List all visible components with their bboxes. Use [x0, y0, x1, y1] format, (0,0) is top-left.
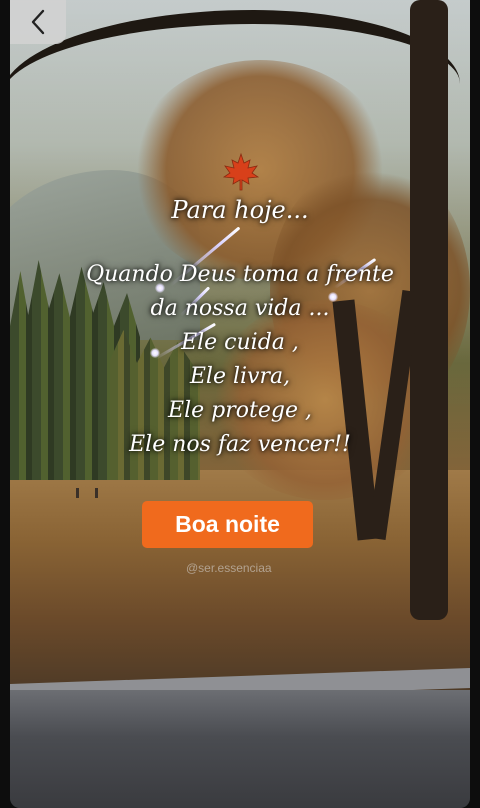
maple-leaf-icon — [222, 152, 260, 191]
post-title: Para hoje... — [171, 196, 309, 224]
post-message: Quando Deus toma a frente da nossa vida … — [70, 258, 410, 462]
message-line: Ele nos faz vencer!! — [129, 432, 351, 457]
message-line: Ele cuida , — [181, 330, 299, 355]
tree-branch — [10, 10, 460, 174]
road — [10, 690, 470, 808]
message-line: Ele protege , — [168, 398, 312, 423]
message-line: Ele livra, — [189, 364, 291, 389]
back-button[interactable] — [10, 0, 66, 44]
message-line: Quando Deus toma a frente — [86, 262, 394, 287]
message-line: da nossa vida ... — [150, 296, 330, 321]
walking-people — [76, 488, 98, 498]
chevron-left-icon — [31, 9, 45, 35]
watermark-handle: @ser.essenciaa — [186, 561, 272, 575]
boa-noite-button[interactable]: Boa noite — [142, 501, 313, 548]
